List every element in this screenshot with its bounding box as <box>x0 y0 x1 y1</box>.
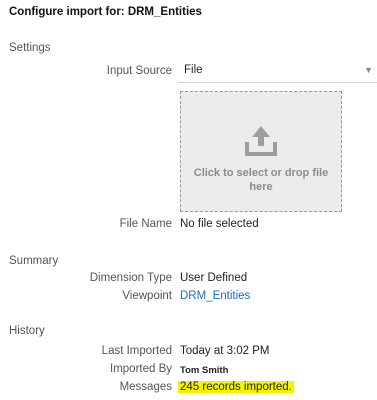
chevron-down-icon: ▼ <box>364 65 373 75</box>
dropzone-text: Click to select or drop file here <box>193 167 329 193</box>
file-name-value: No file selected <box>180 218 259 230</box>
dimension-type-label: Dimension Type <box>89 272 172 284</box>
input-source-value: File <box>184 64 203 76</box>
upload-icon <box>245 126 277 156</box>
messages-highlight: 245 records imported. <box>178 381 294 393</box>
summary-heading: Summary <box>9 255 59 267</box>
input-source-label: Input Source <box>106 65 172 77</box>
input-source-select[interactable]: File ▼ <box>178 59 377 83</box>
viewpoint-link[interactable]: DRM_Entities <box>180 290 250 302</box>
imported-by-label: Imported By <box>110 363 172 375</box>
settings-heading: Settings <box>9 42 51 54</box>
imported-by-value: Tom Smith <box>180 365 229 376</box>
last-imported-label: Last Imported <box>101 345 172 357</box>
last-imported-value: Today at 3:02 PM <box>180 345 270 357</box>
messages-value: 245 records imported. <box>178 381 294 393</box>
dimension-type-value: User Defined <box>180 272 248 284</box>
history-heading: History <box>9 325 45 337</box>
viewpoint-label: Viewpoint <box>122 290 172 302</box>
file-name-label: File Name <box>119 218 172 230</box>
messages-label: Messages <box>119 381 172 393</box>
file-dropzone[interactable]: Click to select or drop file here <box>180 91 342 212</box>
page-title: Configure import for: DRM_Entities <box>9 6 202 18</box>
